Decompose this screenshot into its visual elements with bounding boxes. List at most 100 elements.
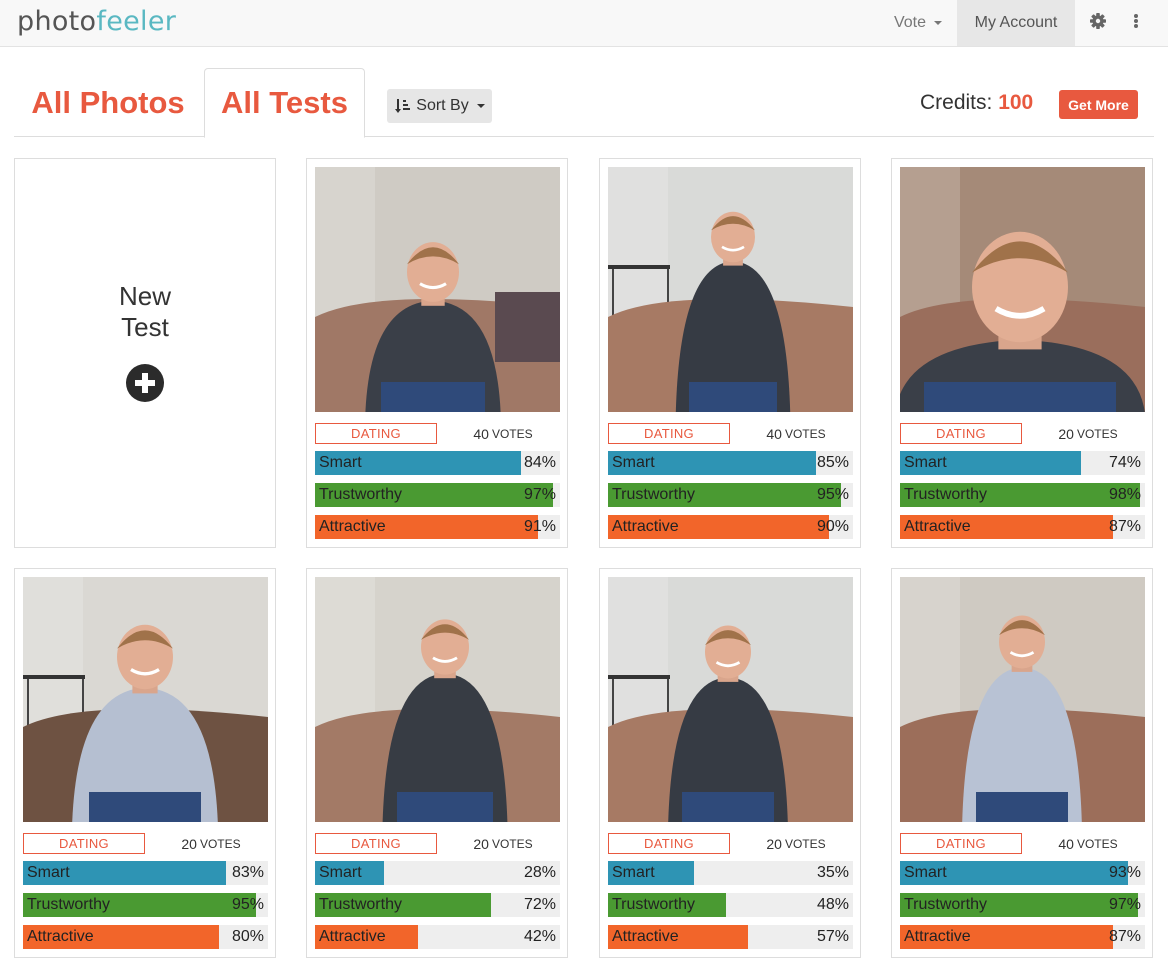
- trait-label-attractive: Attractive: [904, 928, 971, 945]
- new-test-label-line2: Test: [121, 312, 169, 342]
- vote-count-number: 20: [181, 835, 197, 852]
- trait-label-trustworthy: Trustworthy: [904, 896, 987, 913]
- trait-percent-smart: 28%: [523, 864, 556, 881]
- score-bar-attractive: Attractive 87%: [900, 515, 1145, 539]
- new-test-card[interactable]: New Test: [14, 158, 276, 548]
- vote-count-number: 20: [766, 835, 782, 852]
- score-bar-attractive: Attractive 42%: [315, 925, 560, 949]
- top-navbar: photofeeler Vote My Account: [0, 0, 1168, 47]
- trait-percent-trustworthy: 97%: [1108, 896, 1141, 913]
- category-badge[interactable]: DATING: [23, 833, 145, 854]
- trait-label-smart: Smart: [904, 454, 947, 471]
- vote-count: 20 VOTES: [145, 833, 277, 854]
- test-card[interactable]: DATING 40 VOTES Smart 84% Trustworthy 97…: [306, 158, 568, 548]
- score-bar-attractive: Attractive 87%: [900, 925, 1145, 949]
- trait-percent-trustworthy: 72%: [523, 896, 556, 913]
- vote-count-number: 40: [766, 425, 782, 442]
- trait-label-attractive: Attractive: [319, 518, 386, 535]
- credits-value: 100: [998, 91, 1034, 114]
- trait-percent-attractive: 87%: [1108, 928, 1141, 945]
- vote-count-label: VOTES: [784, 836, 826, 851]
- my-account-label: My Account: [974, 14, 1058, 31]
- vote-count-label: VOTES: [491, 836, 533, 851]
- caret-down-icon: [934, 21, 943, 25]
- trait-label-smart: Smart: [904, 864, 947, 881]
- vote-count-label: VOTES: [199, 836, 241, 851]
- trait-percent-smart: 93%: [1108, 864, 1141, 881]
- vote-count: 40 VOTES: [1022, 833, 1154, 854]
- vote-count-number: 40: [473, 425, 489, 442]
- vote-count-number: 40: [1058, 835, 1074, 852]
- test-photo[interactable]: [900, 577, 1145, 822]
- score-bar-trustworthy: Trustworthy 97%: [315, 483, 560, 507]
- vote-count-label: VOTES: [784, 426, 826, 441]
- score-bar-smart: Smart 35%: [608, 861, 853, 885]
- category-badge[interactable]: DATING: [315, 423, 437, 444]
- test-card[interactable]: DATING 20 VOTES Smart 28% Trustworthy 72…: [306, 568, 568, 958]
- vote-count-number: 20: [473, 835, 489, 852]
- sort-by-button[interactable]: Sort By: [387, 89, 492, 123]
- plus-circle-icon[interactable]: [126, 364, 164, 402]
- logo-text-photo: photo: [17, 6, 97, 37]
- test-photo[interactable]: [900, 167, 1145, 412]
- score-bar-smart: Smart 85%: [608, 451, 853, 475]
- photofeeler-logo[interactable]: photofeeler: [17, 6, 176, 37]
- logo-text-feeler: feeler: [96, 6, 177, 37]
- category-badge[interactable]: DATING: [608, 833, 730, 854]
- score-bar-smart: Smart 83%: [23, 861, 268, 885]
- test-card[interactable]: DATING 40 VOTES Smart 93% Trustworthy 97…: [891, 568, 1153, 958]
- trait-label-attractive: Attractive: [319, 928, 386, 945]
- new-test-label-line1: New: [118, 281, 171, 311]
- trait-percent-trustworthy: 97%: [523, 486, 556, 503]
- vote-count-number: 20: [1058, 425, 1074, 442]
- trait-label-attractive: Attractive: [904, 518, 971, 535]
- test-card[interactable]: DATING 40 VOTES Smart 85% Trustworthy 95…: [599, 158, 861, 548]
- test-card[interactable]: DATING 20 VOTES Smart 74% Trustworthy 98…: [891, 158, 1153, 548]
- score-bar-smart: Smart 28%: [315, 861, 560, 885]
- tab-all-photos[interactable]: All Photos: [14, 68, 202, 138]
- vote-count-label: VOTES: [1076, 426, 1118, 441]
- trait-percent-smart: 74%: [1108, 454, 1141, 471]
- trait-percent-attractive: 90%: [816, 518, 849, 535]
- test-photo[interactable]: [315, 577, 560, 822]
- trait-percent-smart: 83%: [231, 864, 264, 881]
- test-card[interactable]: DATING 20 VOTES Smart 83% Trustworthy 95…: [14, 568, 276, 958]
- vote-label: Vote: [893, 14, 927, 31]
- tab-all-tests[interactable]: All Tests: [204, 68, 365, 138]
- test-photo[interactable]: [608, 167, 853, 412]
- test-card[interactable]: DATING 20 VOTES Smart 35% Trustworthy 48…: [599, 568, 861, 958]
- score-bar-smart: Smart 84%: [315, 451, 560, 475]
- more-options-icon[interactable]: [1126, 11, 1146, 35]
- trait-label-attractive: Attractive: [612, 928, 679, 945]
- trait-label-smart: Smart: [612, 864, 655, 881]
- score-bar-attractive: Attractive 57%: [608, 925, 853, 949]
- trait-percent-attractive: 57%: [816, 928, 849, 945]
- score-bar-smart: Smart 74%: [900, 451, 1145, 475]
- category-badge[interactable]: DATING: [900, 423, 1022, 444]
- score-bar-trustworthy: Trustworthy 98%: [900, 483, 1145, 507]
- gear-icon[interactable]: [1083, 11, 1113, 35]
- vote-count: 40 VOTES: [730, 423, 862, 444]
- vote-count: 20 VOTES: [437, 833, 569, 854]
- trait-label-attractive: Attractive: [612, 518, 679, 535]
- test-photo[interactable]: [23, 577, 268, 822]
- sort-icon: [395, 99, 411, 113]
- test-photo[interactable]: [608, 577, 853, 822]
- trait-percent-smart: 84%: [523, 454, 556, 471]
- get-more-button[interactable]: Get More: [1059, 90, 1138, 119]
- test-photo[interactable]: [315, 167, 560, 412]
- score-bar-attractive: Attractive 80%: [23, 925, 268, 949]
- my-account-link[interactable]: My Account: [957, 0, 1075, 46]
- score-bar-trustworthy: Trustworthy 97%: [900, 893, 1145, 917]
- trait-percent-attractive: 42%: [523, 928, 556, 945]
- trait-label-trustworthy: Trustworthy: [319, 896, 402, 913]
- category-badge[interactable]: DATING: [315, 833, 437, 854]
- trait-percent-trustworthy: 98%: [1108, 486, 1141, 503]
- vote-menu[interactable]: Vote: [880, 0, 956, 46]
- category-badge[interactable]: DATING: [608, 423, 730, 444]
- trait-label-smart: Smart: [319, 864, 362, 881]
- score-bar-trustworthy: Trustworthy 95%: [23, 893, 268, 917]
- credits-label: Credits:: [920, 91, 993, 114]
- trait-percent-smart: 85%: [816, 454, 849, 471]
- category-badge[interactable]: DATING: [900, 833, 1022, 854]
